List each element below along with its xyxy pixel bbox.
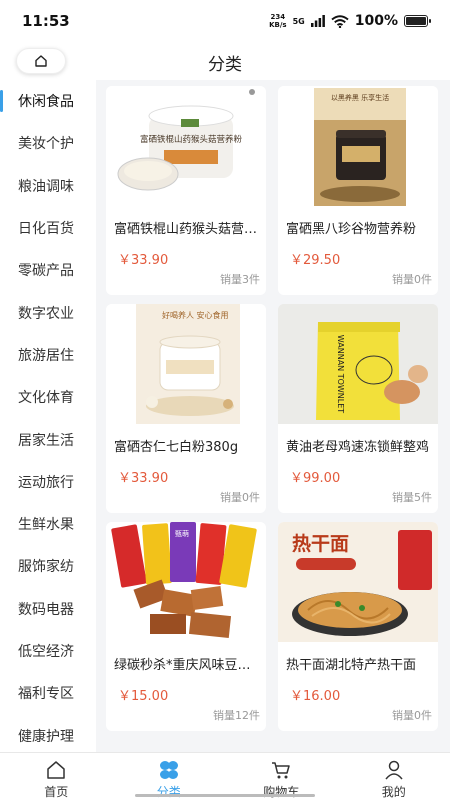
sidebar-item-health[interactable]: 健康护理 xyxy=(0,714,96,752)
product-image-text: 甄萌 xyxy=(175,529,189,538)
product-image-text: 热干面 xyxy=(292,532,349,555)
product-image-text: 好喝养人 安心食用 xyxy=(162,310,229,320)
product-price: ￥33.90 xyxy=(118,471,169,486)
signal-icon xyxy=(310,15,325,27)
nav-cart[interactable]: 购物车 xyxy=(225,753,338,800)
sidebar-item-snacks[interactable]: 休闲食品 xyxy=(0,80,96,122)
sidebar-item-daily-goods[interactable]: 日化百货 xyxy=(0,207,96,249)
product-name[interactable]: 富硒杏仁七白粉380g xyxy=(106,424,266,455)
product-sales: 销量3件 xyxy=(220,273,260,286)
product-sales: 销量12件 xyxy=(213,709,260,722)
status-icons: 234 KB/s 5G 100% xyxy=(269,13,431,29)
product-price: ￥16.00 xyxy=(290,689,341,704)
home-icon xyxy=(47,761,65,779)
product-card[interactable]: 热干面 热干面湖北特产热干面 ￥16.00 销量0件 xyxy=(278,522,438,731)
product-sales: 销量0件 xyxy=(220,491,260,504)
product-image[interactable]: 富硒铁棍山药猴头菇营养粉 xyxy=(106,86,266,206)
nav-category-label: 分类 xyxy=(156,785,181,799)
sidebar-item-apparel[interactable]: 服饰家纺 xyxy=(0,545,96,587)
product-sales: 销量0件 xyxy=(392,709,432,722)
product-name[interactable]: 富硒黑八珍谷物营养粉 xyxy=(278,206,438,237)
network-type: 5G xyxy=(292,16,305,26)
sidebar-item-low-altitude[interactable]: 低空经济 xyxy=(0,630,96,672)
product-image[interactable]: 以黑养黑 乐享生活 xyxy=(278,86,438,206)
page-title: 分类 xyxy=(208,55,242,75)
nav-home[interactable]: 首页 xyxy=(0,753,113,800)
net-speed-value: 234 xyxy=(270,13,286,21)
product-image[interactable]: 甄萌 xyxy=(106,522,266,642)
sidebar-item-grain-oil[interactable]: 粮油调味 xyxy=(0,165,96,207)
product-image-text: 富硒铁棍山药猴头菇营养粉 xyxy=(140,134,243,145)
product-card[interactable]: 富硒铁棍山药猴头菇营养粉 富硒铁棍山药猴头菇营养粉 ￥33.90 销量3件 xyxy=(106,86,266,295)
sidebar-item-sports-travel[interactable]: 运动旅行 xyxy=(0,461,96,503)
net-speed-unit: KB/s xyxy=(269,21,287,29)
header: 分类 xyxy=(0,42,450,80)
product-price: ￥33.90 xyxy=(118,253,169,268)
battery-icon xyxy=(404,15,431,27)
status-bar: 11:53 234 KB/s 5G 100% xyxy=(0,0,450,42)
net-speed: 234 KB/s xyxy=(269,13,286,29)
nav-cart-label: 购物车 xyxy=(263,785,300,799)
product-name[interactable]: 热干面湖北特产热干面 xyxy=(278,642,438,673)
sidebar-item-beauty[interactable]: 美妆个护 xyxy=(0,122,96,164)
nav-profile[interactable]: 我的 xyxy=(338,753,450,800)
product-image[interactable]: 好喝养人 安心食用 xyxy=(106,304,266,424)
product-name[interactable]: 黄油老母鸡速冻锁鲜整鸡 xyxy=(278,424,438,455)
sidebar-item-travel-stay[interactable]: 旅游居住 xyxy=(0,334,96,376)
nav-home-label: 首页 xyxy=(44,785,69,799)
status-time: 11:53 xyxy=(22,12,70,30)
product-card[interactable]: 好喝养人 安心食用 富硒杏仁七白粉380g ￥33.90 销量0件 xyxy=(106,304,266,513)
product-sales: 销量5件 xyxy=(392,491,432,504)
product-name[interactable]: 富硒铁棍山药猴头菇营养粉 xyxy=(106,206,266,237)
product-image-text: 以黑养黑 乐享生活 xyxy=(331,93,389,102)
profile-icon xyxy=(385,760,403,780)
wifi-icon xyxy=(331,14,349,28)
product-image[interactable]: WANNAN TOWNLET xyxy=(278,304,438,424)
sidebar-item-electronics[interactable]: 数码电器 xyxy=(0,588,96,630)
product-image-text: WANNAN TOWNLET xyxy=(336,335,345,414)
nav-profile-label: 我的 xyxy=(381,785,406,799)
product-card[interactable]: WANNAN TOWNLET 黄油老母鸡速冻锁鲜整鸡 ￥99.00 销量5件 xyxy=(278,304,438,513)
cart-icon xyxy=(272,762,290,779)
category-sidebar: 休闲食品 美妆个护 粮油调味 日化百货 零碳产品 数字农业 旅游居住 文化体育 … xyxy=(0,80,96,752)
home-indicator xyxy=(135,794,315,797)
sidebar-item-digital-agri[interactable]: 数字农业 xyxy=(0,291,96,333)
product-price: ￥15.00 xyxy=(118,689,169,704)
category-icon xyxy=(159,761,178,779)
product-price: ￥29.50 xyxy=(290,253,341,268)
product-sales: 销量0件 xyxy=(392,273,432,286)
product-grid: 富硒铁棍山药猴头菇营养粉 富硒铁棍山药猴头菇营养粉 ￥33.90 销量3件 以黑… xyxy=(106,86,442,731)
nav-category[interactable]: 分类 xyxy=(113,753,226,800)
product-card[interactable]: 甄萌 绿碳秒杀*重庆风味豆干零食 ￥15.00 销量12件 xyxy=(106,522,266,731)
bottom-nav: 首页 分类 购物车 我的 xyxy=(0,752,450,800)
product-name[interactable]: 绿碳秒杀*重庆风味豆干零食 xyxy=(106,642,266,673)
sidebar-item-welfare[interactable]: 福利专区 xyxy=(0,672,96,714)
product-image[interactable]: 热干面 xyxy=(278,522,438,642)
sidebar-item-fresh-fruit[interactable]: 生鲜水果 xyxy=(0,503,96,545)
sidebar-item-home-living[interactable]: 居家生活 xyxy=(0,418,96,460)
product-price: ￥99.00 xyxy=(290,471,341,486)
product-card[interactable]: 以黑养黑 乐享生活 富硒黑八珍谷物营养粉 ￥29.50 销量0件 xyxy=(278,86,438,295)
sidebar-item-culture-sports[interactable]: 文化体育 xyxy=(0,376,96,418)
battery-percent: 100% xyxy=(354,13,398,29)
sidebar-item-zero-carbon[interactable]: 零碳产品 xyxy=(0,249,96,291)
